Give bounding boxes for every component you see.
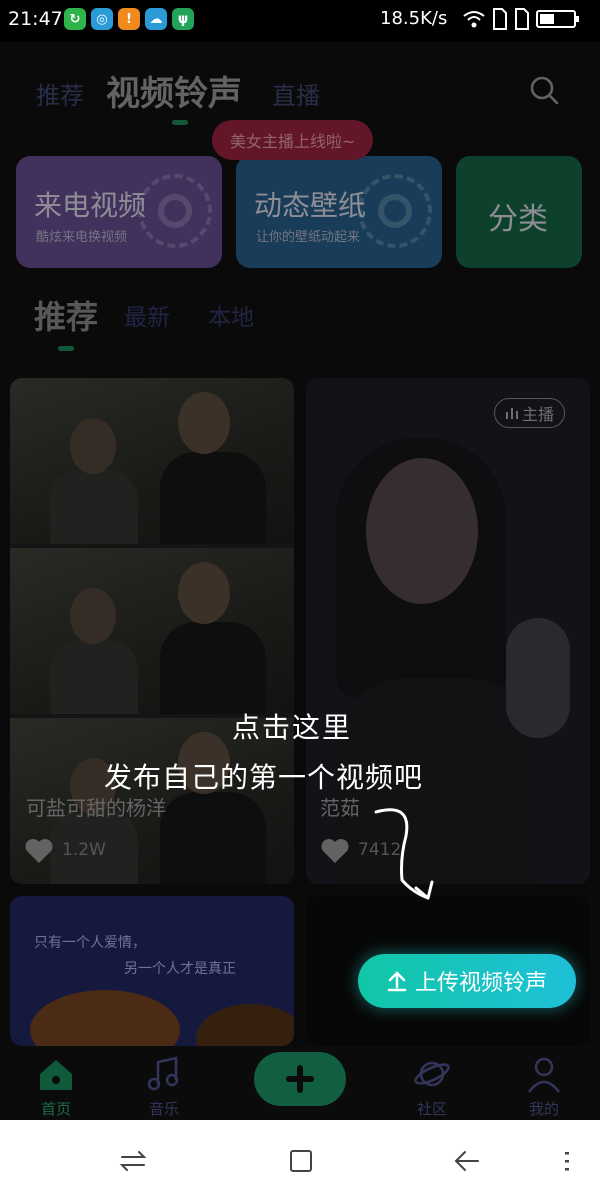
network-speed: 18.5K/s (380, 8, 448, 29)
nav-label: 我的 (528, 1100, 559, 1118)
tutorial-tip-line1: 点击这里 (232, 711, 353, 744)
wifi-icon (463, 11, 485, 28)
sim-card-icon (515, 8, 529, 30)
battery-icon (536, 10, 579, 28)
upload-button-label: 上传视频铃声 (414, 971, 547, 996)
switch-apps-icon[interactable] (118, 1146, 148, 1176)
system-nav-bar (0, 1120, 600, 1200)
create-button[interactable] (254, 1052, 346, 1106)
tutorial-tip-line2: 发布自己的第一个视频吧 (104, 761, 424, 794)
swirl-app-icon: ◎ (91, 8, 113, 30)
plus-icon (286, 1065, 314, 1093)
nav-label: 社区 (416, 1100, 447, 1118)
planet-icon (414, 1061, 450, 1087)
menu-dots-icon[interactable] (552, 1146, 582, 1176)
nav-label: 首页 (40, 1100, 71, 1118)
home-icon (40, 1060, 72, 1090)
warning-icon: ! (118, 8, 140, 30)
nav-item-me[interactable]: 我的 (504, 1046, 584, 1120)
upload-icon (387, 971, 407, 992)
weather-app-icon: ☁ (145, 8, 167, 30)
home-square-icon[interactable] (286, 1146, 316, 1176)
nav-item-home[interactable]: 首页 (16, 1046, 96, 1120)
nav-item-music[interactable]: 音乐 (124, 1046, 204, 1120)
nav-label: 音乐 (148, 1100, 179, 1118)
nav-item-community[interactable]: 社区 (392, 1046, 472, 1120)
sim-card-icon (493, 8, 507, 30)
status-time: 21:47 (8, 8, 63, 30)
upload-video-ringtone-button[interactable]: 上传视频铃声 (358, 954, 576, 1008)
music-note-icon (147, 1056, 179, 1091)
notification-icons: ↻ ◎ ! ☁ ψ (64, 8, 194, 30)
system-icons (462, 8, 580, 30)
back-arrow-icon[interactable] (452, 1146, 482, 1176)
status-bar: 21:47 ↻ ◎ ! ☁ ψ 18.5K/s (0, 0, 600, 42)
app-badge-icon: ↻ (64, 8, 86, 30)
usb-icon: ψ (172, 8, 194, 30)
bottom-nav: 首页 音乐 社区 我的 (0, 1046, 600, 1120)
person-icon (528, 1057, 560, 1093)
curved-arrow-icon (374, 808, 434, 900)
